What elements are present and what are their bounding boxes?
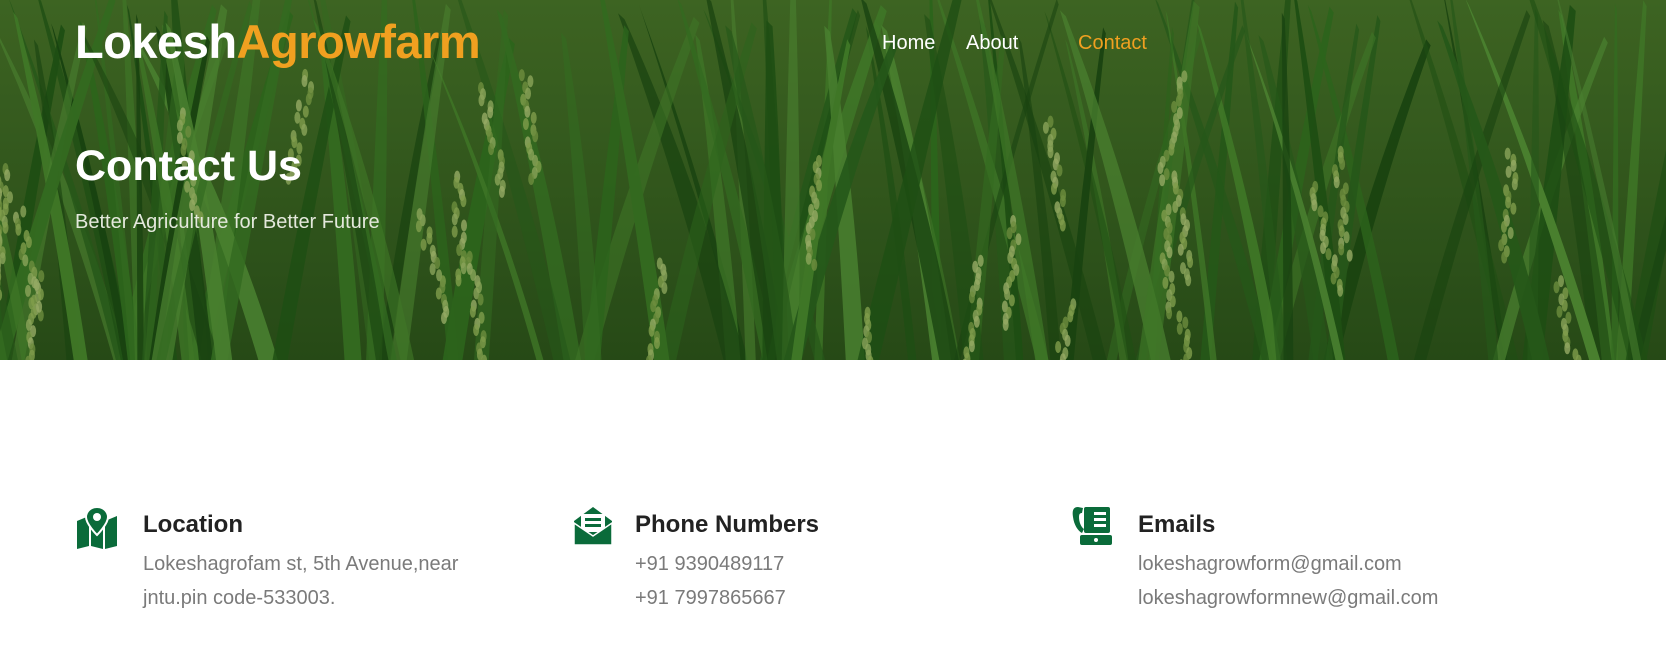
phone-heading: Phone Numbers [635, 511, 820, 538]
email-line-2[interactable]: lokeshagrowformnew@gmail.com [1138, 587, 1438, 610]
page-subtitle: Better Agriculture for Better Future [75, 211, 380, 233]
envelope-icon [572, 505, 614, 552]
brand-name-part1: Lokesh [75, 15, 237, 68]
nav-about[interactable]: About [966, 32, 1018, 55]
hero-banner: LokeshAgrowfarm Home About Contact Conta… [0, 0, 1666, 360]
brand-name-part2: Agrowfarm [236, 15, 481, 68]
phone-line-2[interactable]: +91 7997865667 [635, 587, 786, 610]
nav-contact[interactable]: Contact [1078, 32, 1147, 55]
nav-home[interactable]: Home [882, 32, 935, 55]
emails-heading: Emails [1138, 511, 1216, 538]
email-line-1[interactable]: lokeshagrowform@gmail.com [1138, 553, 1402, 576]
page-title: Contact Us [75, 142, 302, 190]
fax-icon [1070, 505, 1114, 552]
map-pin-icon [75, 505, 119, 554]
brand-logo[interactable]: LokeshAgrowfarm [75, 14, 481, 69]
location-line-2: jntu.pin code-533003. [143, 587, 336, 609]
location-heading: Location [143, 511, 243, 538]
location-line-1: Lokeshagrofam st, 5th Avenue,near [143, 553, 459, 575]
phone-line-1[interactable]: +91 9390489117 [635, 553, 784, 576]
